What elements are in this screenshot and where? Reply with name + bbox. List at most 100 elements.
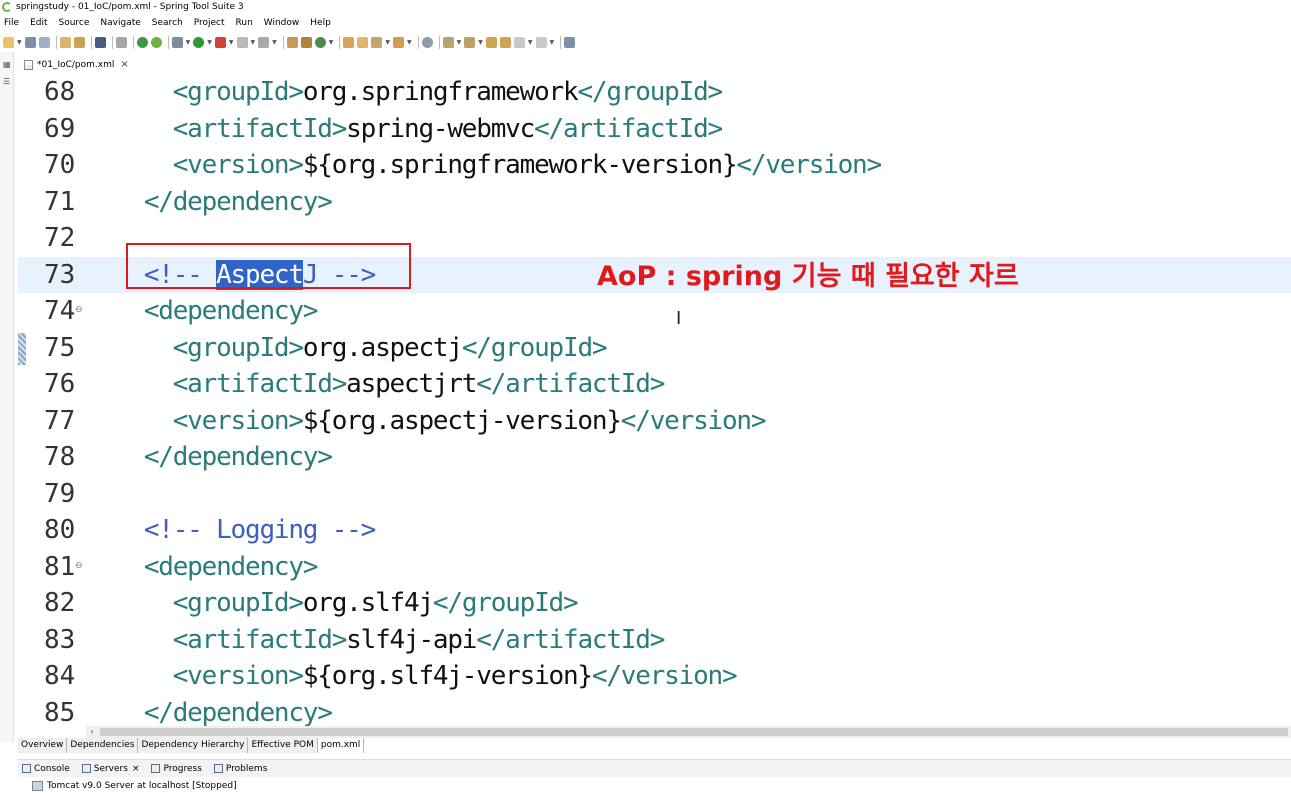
new-icon[interactable] — [3, 37, 14, 48]
open-task-icon[interactable] — [393, 37, 404, 48]
line-number: 69 — [44, 113, 76, 144]
tab-progress[interactable]: Progress — [147, 764, 202, 774]
line-number: 72 — [44, 223, 76, 253]
code-token: aspectjrt — [346, 369, 477, 399]
previous-annotation-icon[interactable] — [464, 37, 476, 48]
code-token: org.springframework — [302, 77, 579, 107]
menu-edit[interactable]: Edit — [30, 18, 47, 28]
tab-problems[interactable]: Problems — [210, 764, 267, 774]
dropdown-arrow-icon[interactable]: ▼ — [457, 39, 462, 46]
horizontal-scrollbar[interactable]: ‹ — [86, 726, 1291, 738]
tab-servers[interactable]: Servers × — [78, 764, 140, 774]
code-line[interactable]: 75 <groupId>org.aspectj</groupId> — [18, 330, 1291, 367]
code-line[interactable]: 84 <version>${org.slf4j-version}</versio… — [18, 658, 1291, 695]
code-line[interactable]: 78 </dependency> — [18, 439, 1291, 476]
code-line[interactable]: 71 </dependency> — [18, 184, 1291, 221]
annotation-text: AoP : spring 기능 때 필요한 자르 — [597, 261, 1019, 292]
debug-icon[interactable] — [171, 37, 183, 48]
code-line[interactable]: 76 <artifactId>aspectjrt</artifactId> — [18, 366, 1291, 403]
pom-tab-overview[interactable]: Overview — [18, 738, 68, 753]
next-annotation-icon[interactable] — [442, 37, 454, 48]
pom-tab-dependencies[interactable]: Dependencies — [67, 738, 139, 753]
menu-file[interactable]: File — [4, 18, 19, 28]
line-number: 73 — [44, 259, 76, 290]
last-edit-location-icon[interactable] — [485, 37, 497, 48]
dropdown-arrow-icon[interactable]: ▼ — [407, 39, 412, 46]
spring-boot-dashboard-icon[interactable] — [136, 37, 148, 48]
dropdown-arrow-icon[interactable]: ▼ — [251, 39, 256, 46]
dropdown-arrow-icon[interactable]: ▼ — [385, 39, 390, 46]
scroll-left-icon[interactable]: ‹ — [86, 726, 98, 738]
menu-source[interactable]: Source — [59, 18, 90, 28]
stop-icon[interactable] — [236, 37, 248, 48]
menu-project[interactable]: Project — [194, 18, 225, 28]
open-folder-icon[interactable] — [343, 37, 355, 48]
dropdown-arrow-icon[interactable]: ▼ — [329, 39, 334, 46]
xml-source-editor[interactable]: 68 <groupId>org.springframework</groupId… — [18, 74, 1291, 726]
fold-toggle-icon[interactable]: ⊖ — [75, 305, 83, 315]
run-icon[interactable] — [193, 37, 205, 48]
code-line[interactable]: 70 <version>${org.springframework-versio… — [18, 147, 1291, 184]
code-line[interactable]: 74 ⊖ <dependency> — [18, 293, 1291, 330]
toolbar-separator — [167, 36, 169, 49]
dropdown-arrow-icon[interactable]: ▼ — [528, 39, 533, 46]
globe-icon[interactable] — [421, 37, 433, 48]
back-icon[interactable] — [513, 37, 525, 48]
dropdown-arrow-icon[interactable]: ▼ — [550, 39, 555, 46]
dropdown-arrow-icon[interactable]: ▼ — [17, 39, 22, 46]
new-package-icon[interactable] — [286, 37, 298, 48]
line-number: 68 — [44, 77, 76, 107]
menu-window[interactable]: Window — [264, 18, 300, 28]
close-icon[interactable]: × — [132, 764, 140, 774]
close-icon[interactable]: × — [120, 59, 128, 70]
open-project-icon[interactable] — [357, 37, 369, 48]
code-line[interactable]: 82 <groupId>org.slf4j</groupId> — [18, 585, 1291, 622]
back-history-icon[interactable] — [499, 37, 511, 48]
outline-icon[interactable]: ☰ — [3, 78, 11, 86]
skip-breakpoints-icon[interactable] — [115, 37, 127, 48]
pin-editor-icon[interactable] — [564, 37, 576, 48]
code-line[interactable]: 85 </dependency> — [18, 695, 1291, 727]
code-line[interactable]: 68 <groupId>org.springframework</groupId… — [18, 74, 1291, 111]
forward-icon[interactable] — [535, 37, 547, 48]
dropdown-arrow-icon[interactable]: ▼ — [186, 39, 191, 46]
code-text: <dependency> — [86, 549, 319, 586]
save-all-icon[interactable] — [38, 37, 50, 48]
pom-tab-pom-xml[interactable]: pom.xml — [317, 738, 365, 753]
code-line[interactable]: 77 <version>${org.aspectj-version}</vers… — [18, 403, 1291, 440]
open-type-icon[interactable] — [73, 37, 85, 48]
menu-run[interactable]: Run — [236, 18, 253, 28]
code-line[interactable]: 83 <artifactId>slf4j-api</artifactId> — [18, 622, 1291, 659]
menu-search[interactable]: Search — [152, 18, 183, 28]
menu-navigate[interactable]: Navigate — [100, 18, 140, 28]
progress-icon — [151, 764, 161, 773]
line-number: 80 — [44, 515, 76, 545]
code-line[interactable]: 79 — [18, 476, 1291, 513]
code-line[interactable]: 80 <!-- Logging --> — [18, 512, 1291, 549]
terminal-icon[interactable] — [94, 37, 106, 48]
code-line[interactable]: 69 <artifactId>spring-webmvc</artifactId… — [18, 111, 1291, 148]
properties-icon[interactable] — [59, 37, 71, 48]
new-wizard-icon[interactable] — [314, 37, 326, 48]
scrollbar-thumb[interactable] — [100, 728, 1288, 736]
pom-tab-effective-pom[interactable]: Effective POM — [248, 738, 318, 753]
spring-icon[interactable] — [150, 37, 162, 48]
fold-toggle-icon[interactable]: ⊖ — [75, 561, 83, 571]
pom-tab-dependency-hierarchy[interactable]: Dependency Hierarchy — [138, 738, 249, 753]
new-class-icon[interactable] — [300, 37, 312, 48]
editor-tab-pom-xml[interactable]: *01_IoC/pom.xml × — [20, 56, 135, 73]
code-line[interactable]: 81 ⊖ <dependency> — [18, 549, 1291, 586]
dropdown-arrow-icon[interactable]: ▼ — [229, 39, 234, 46]
dropdown-arrow-icon[interactable]: ▼ — [272, 39, 277, 46]
dropdown-arrow-icon[interactable]: ▼ — [207, 39, 212, 46]
dropdown-arrow-icon[interactable]: ▼ — [478, 39, 483, 46]
code-text: <version>${org.aspectj-version}</version… — [86, 403, 767, 440]
package-explorer-icon[interactable]: ▦ — [3, 61, 11, 69]
external-tools-icon[interactable] — [214, 37, 226, 48]
tab-console[interactable]: Console — [18, 764, 70, 774]
server-icon[interactable] — [258, 37, 270, 48]
save-icon[interactable] — [24, 37, 36, 48]
menu-help[interactable]: Help — [310, 18, 331, 28]
pen-icon[interactable] — [371, 37, 383, 48]
server-list-item[interactable]: Tomcat v9.0 Server at localhost [Stopped… — [18, 777, 1291, 795]
